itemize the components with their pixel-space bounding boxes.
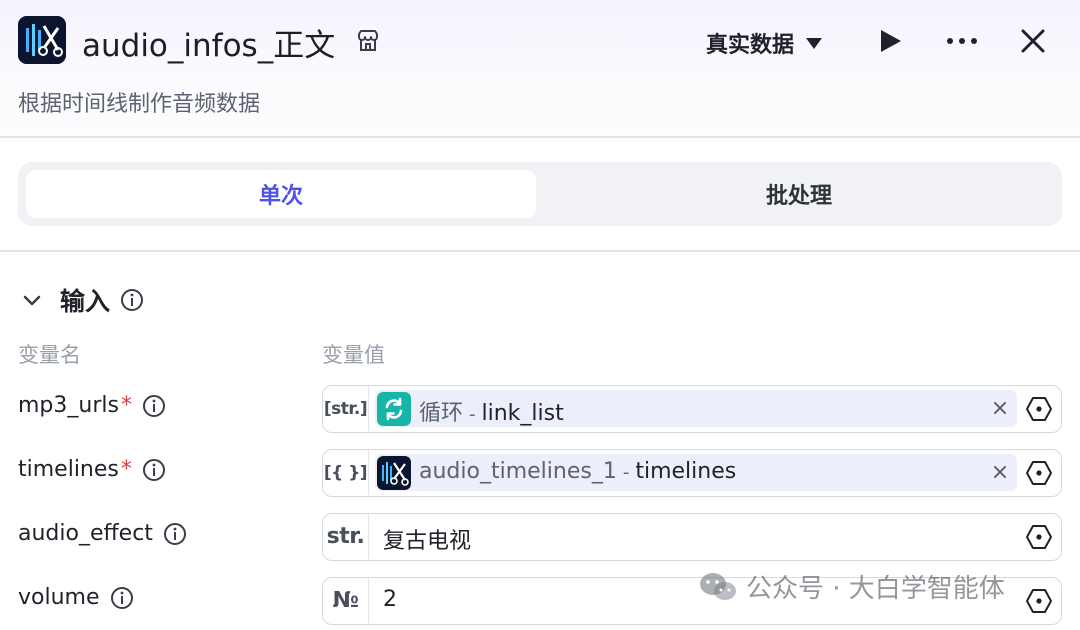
input-row-volume: volume № 2 (0, 577, 1080, 625)
variable-name: timelines (18, 457, 119, 482)
reference-source: 循环 (419, 401, 464, 426)
info-icon[interactable] (120, 288, 144, 312)
info-icon[interactable] (142, 394, 166, 418)
variable-label: volume (18, 585, 134, 610)
variable-value-text[interactable]: 复古电视 (383, 523, 471, 555)
input-section-header: 输入 (20, 282, 144, 318)
reference-chip[interactable]: audio_timelines_1- timelines (375, 454, 1017, 491)
input-section-title: 输入 (60, 287, 111, 316)
run-mode-tabs: 单次 批处理 (18, 162, 1062, 226)
data-mode-select[interactable]: 真实数据 (706, 26, 823, 60)
variable-label: mp3_urls * (18, 393, 166, 418)
reference-variable: link_list (481, 401, 564, 426)
column-header-value: 变量值 (322, 343, 385, 367)
variable-value-text[interactable]: 2 (383, 587, 397, 612)
play-icon[interactable] (874, 26, 908, 56)
reference-source: audio_timelines_1 (419, 459, 617, 484)
variable-name: audio_effect (18, 521, 153, 546)
variable-value-field[interactable]: str. 复古电视 (322, 513, 1062, 561)
section-divider (0, 250, 1080, 252)
info-icon[interactable] (110, 586, 134, 610)
variable-value-field[interactable]: [{ }] audio_timelines_1- timelines (322, 449, 1062, 497)
required-marker: * (120, 457, 132, 482)
variable-value-field[interactable]: [str.] 循环 - link_list (322, 385, 1062, 433)
type-badge: [str.] (323, 386, 369, 431)
reference-separator: - (622, 462, 630, 483)
clear-icon[interactable] (991, 463, 1009, 481)
type-badge: [{ }] (323, 450, 369, 495)
clear-icon[interactable] (991, 399, 1009, 417)
data-mode-label: 真实数据 (706, 33, 795, 58)
close-icon[interactable] (1016, 24, 1050, 58)
reference-chip[interactable]: 循环 - link_list (375, 390, 1017, 427)
tab-batch[interactable]: 批处理 (544, 170, 1054, 218)
input-row-audio-effect: audio_effect str. 复古电视 (0, 513, 1080, 561)
variable-settings-icon[interactable] (1025, 459, 1053, 487)
input-row-timelines: timelines * [{ }] audio_timelines_1- timel… (0, 449, 1080, 497)
caret-down-icon (806, 37, 823, 49)
required-marker: * (120, 393, 132, 418)
type-badge: № (323, 578, 369, 623)
audio-scissors-icon (377, 456, 411, 490)
variable-settings-icon[interactable] (1025, 523, 1053, 551)
node-description: 根据时间线制作音频数据 (18, 92, 261, 117)
variable-value-field[interactable]: № 2 (322, 577, 1062, 625)
node-header: audio_infos_正文 真实数据 根据时间线制作音频数据 (0, 0, 1080, 138)
type-badge: str. (323, 514, 369, 559)
loop-icon (377, 392, 411, 426)
variable-label: timelines * (18, 457, 166, 482)
audio-scissors-icon (18, 16, 66, 64)
tab-single[interactable]: 单次 (26, 170, 536, 218)
reference-variable: timelines (635, 459, 737, 484)
input-row-mp3-urls: mp3_urls * [str.] 循环 - link_list (0, 385, 1080, 433)
column-header-name: 变量名 (18, 343, 81, 367)
node-title: audio_infos_正文 (82, 28, 336, 64)
more-icon[interactable] (942, 26, 982, 56)
store-icon[interactable] (356, 29, 380, 53)
info-icon[interactable] (142, 458, 166, 482)
variable-name: volume (18, 585, 100, 610)
variable-settings-icon[interactable] (1025, 395, 1053, 423)
chevron-down-icon[interactable] (20, 288, 44, 312)
reference-separator: - (469, 404, 476, 425)
info-icon[interactable] (163, 522, 187, 546)
variable-name: mp3_urls (18, 393, 119, 418)
variable-settings-icon[interactable] (1025, 587, 1053, 615)
variable-label: audio_effect (18, 521, 187, 546)
